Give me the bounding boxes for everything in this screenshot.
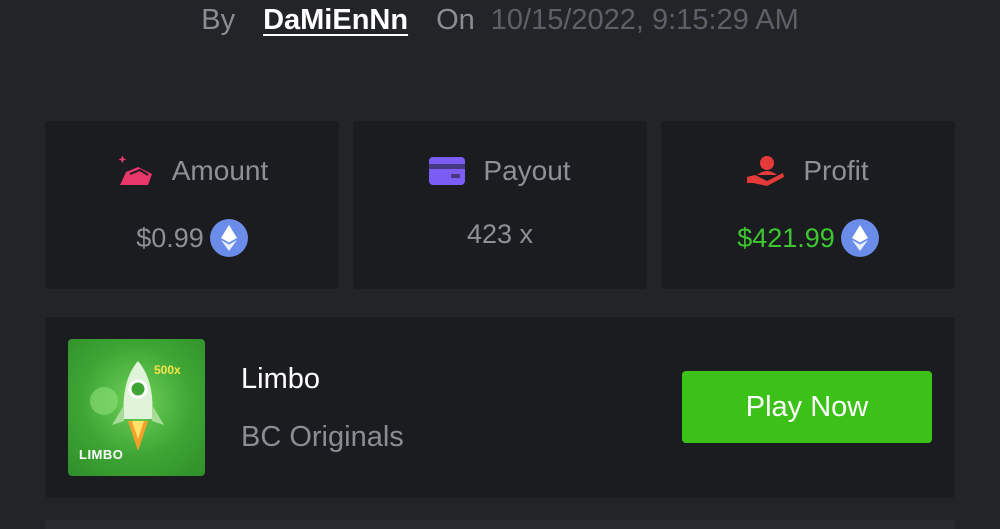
- amount-header: Amount: [45, 155, 339, 187]
- game-card: 500x LIMBO Limbo BC Originals Play Now: [45, 317, 955, 498]
- payout-value-row: 423 x: [353, 219, 647, 250]
- username-link[interactable]: DaMiEnNn: [263, 4, 408, 37]
- bet-datetime: 10/15/2022, 9:15:29 AM: [490, 3, 799, 36]
- play-now-button[interactable]: Play Now: [682, 371, 932, 443]
- next-section-edge: [45, 520, 955, 529]
- amount-value-row: $0.99: [45, 219, 339, 257]
- profit-card: Profit $421.99: [661, 121, 955, 289]
- profit-header: Profit: [661, 155, 955, 187]
- bet-byline: By DaMiEnNn On 10/15/2022, 9:15:29 AM: [0, 0, 1000, 40]
- payout-header: Payout: [353, 155, 647, 187]
- amount-value: $0.99: [136, 222, 204, 253]
- game-provider: BC Originals: [241, 421, 404, 453]
- money-bag-icon: [116, 155, 154, 187]
- amount-card: Amount $0.99: [45, 121, 339, 289]
- hand-user-icon: [747, 155, 785, 187]
- profit-label: Profit: [803, 155, 869, 186]
- ethereum-icon: [209, 219, 248, 257]
- profit-value-row: $421.99: [661, 219, 955, 257]
- by-label: By: [201, 3, 236, 36]
- game-title[interactable]: Limbo: [241, 363, 320, 396]
- ethereum-icon: [840, 219, 879, 257]
- profit-value: $421.99: [737, 222, 835, 253]
- bet-detail-page: By DaMiEnNn On 10/15/2022, 9:15:29 AM Am…: [0, 0, 1000, 529]
- payout-label: Payout: [483, 155, 571, 186]
- payout-card: Payout 423 x: [353, 121, 647, 289]
- on-label: On: [436, 3, 475, 36]
- amount-label: Amount: [171, 155, 269, 186]
- payout-value: 423 x: [466, 219, 534, 249]
- thumbnail-multiplier: 500x: [154, 363, 181, 377]
- game-thumbnail[interactable]: 500x LIMBO: [68, 339, 205, 476]
- thumbnail-label: LIMBO: [79, 447, 124, 462]
- card-icon: [429, 157, 466, 185]
